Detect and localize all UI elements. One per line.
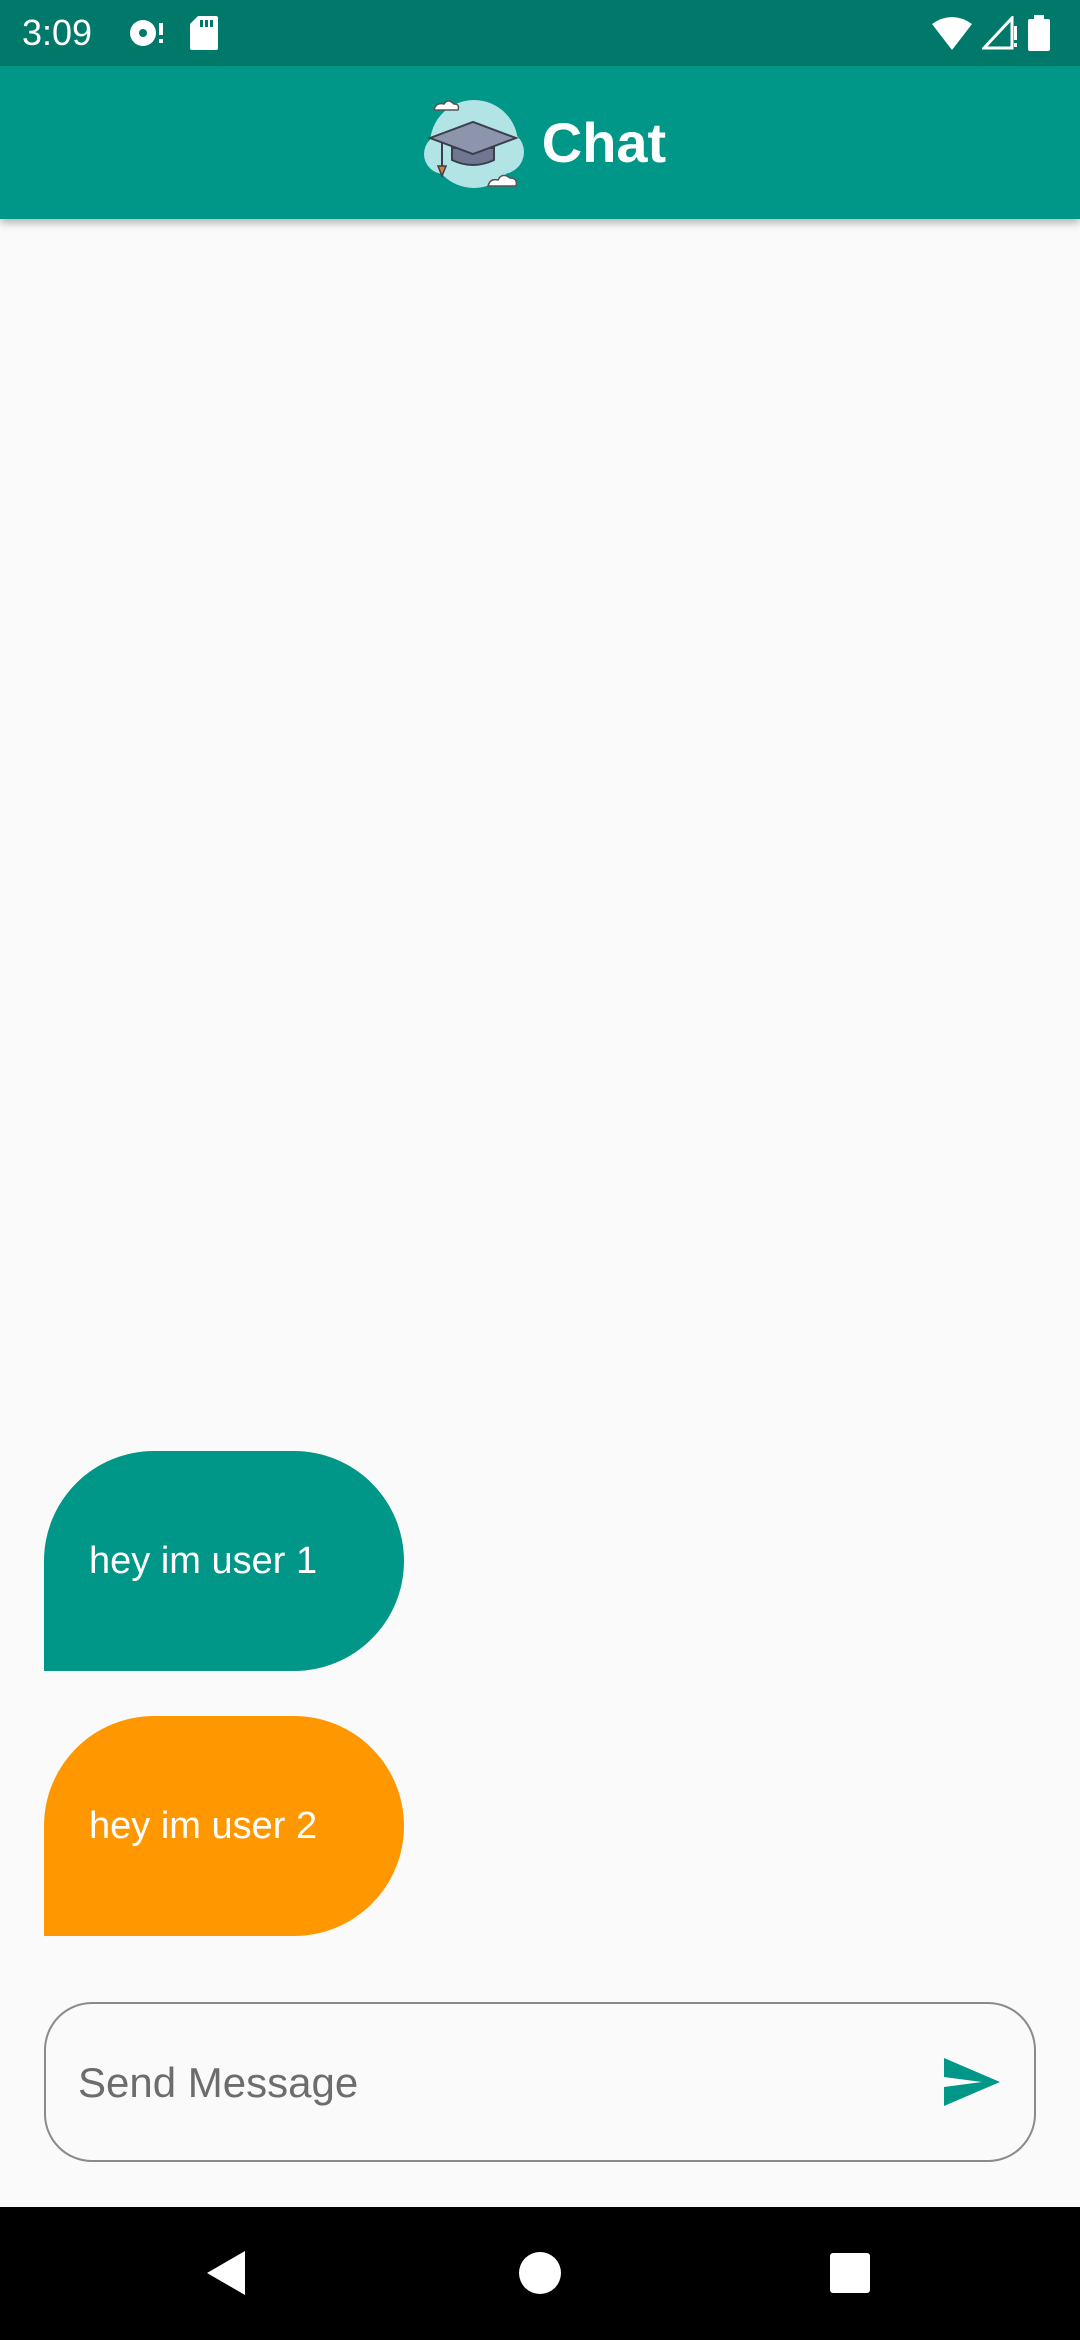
status-left-icons <box>128 16 218 50</box>
status-time: 3:09 <box>22 12 93 53</box>
sync-disc-icon <box>130 20 163 46</box>
message-text: hey im user 1 <box>89 1539 318 1582</box>
home-icon[interactable] <box>510 2243 570 2303</box>
message-bubble-user2: hey im user 2 <box>44 1716 404 1936</box>
graduation-cap-cloud-icon <box>423 99 524 188</box>
chat-message-list[interactable]: hey im user 1 hey im user 2 <box>0 219 1080 1979</box>
message-bubble-user1: hey im user 1 <box>44 1451 404 1671</box>
back-icon[interactable] <box>195 2243 255 2303</box>
send-icon[interactable] <box>940 2050 1004 2114</box>
status-right-icons <box>932 14 1050 52</box>
app-bar: Chat <box>0 66 1080 219</box>
wifi-icon <box>932 17 972 50</box>
message-input[interactable] <box>76 2004 900 2162</box>
system-nav-bar <box>0 2207 1080 2340</box>
message-text: hey im user 2 <box>89 1804 318 1847</box>
page-title: Chat <box>541 110 667 174</box>
message-composer <box>44 2002 1036 2162</box>
recents-icon[interactable] <box>820 2243 880 2303</box>
status-bar: 3:09 <box>0 0 1080 66</box>
sd-card-icon <box>190 16 218 50</box>
battery-icon <box>1028 15 1050 51</box>
cellular-signal-icon <box>982 16 1017 50</box>
